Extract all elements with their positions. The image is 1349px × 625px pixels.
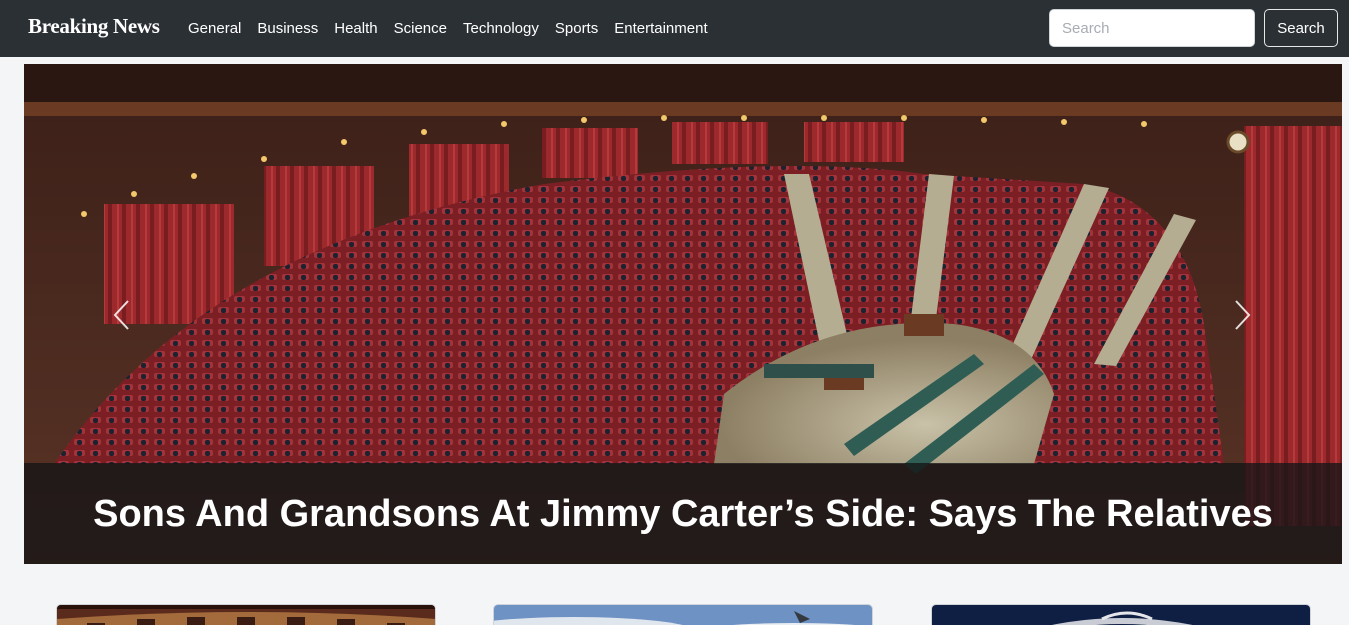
- news-carousel: Sons And Grandsons At Jimmy Carter’s Sid…: [24, 64, 1342, 564]
- news-card-image[interactable]: [56, 604, 436, 625]
- chevron-left-icon[interactable]: [110, 298, 134, 332]
- nav-link-health[interactable]: Health: [326, 20, 385, 37]
- nav-link-sports[interactable]: Sports: [547, 20, 606, 37]
- nav-links: General Business Health Science Technolo…: [180, 0, 716, 57]
- brand-logo[interactable]: Breaking News: [28, 14, 160, 39]
- chevron-right-icon[interactable]: [1230, 298, 1254, 332]
- nav-link-science[interactable]: Science: [386, 20, 455, 37]
- search-input[interactable]: [1049, 9, 1255, 47]
- nav-link-technology[interactable]: Technology: [455, 20, 547, 37]
- news-card-image[interactable]: [493, 604, 873, 625]
- news-card-image[interactable]: [931, 604, 1311, 625]
- nav-link-entertainment[interactable]: Entertainment: [606, 20, 715, 37]
- navbar: Breaking News General Business Health Sc…: [0, 0, 1349, 57]
- nav-link-general[interactable]: General: [180, 20, 249, 37]
- nav-link-business[interactable]: Business: [249, 20, 326, 37]
- carousel-caption[interactable]: Sons And Grandsons At Jimmy Carter’s Sid…: [24, 488, 1342, 540]
- search-button[interactable]: Search: [1264, 9, 1338, 47]
